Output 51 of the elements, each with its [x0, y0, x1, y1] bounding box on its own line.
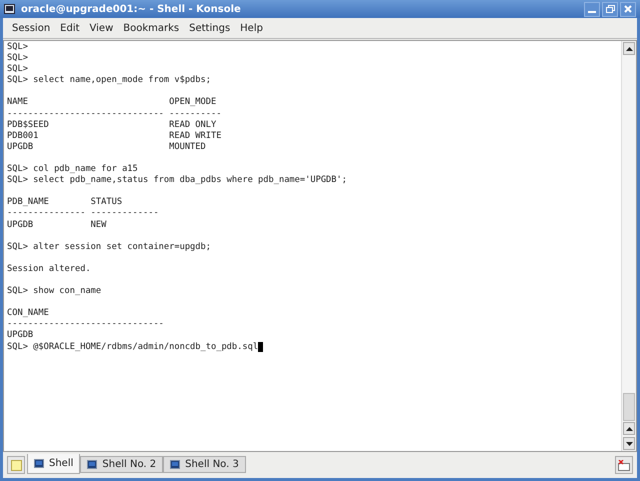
terminal-line: NAME OPEN_MODE	[7, 97, 216, 109]
terminal-line: SQL> alter session set container=upgdb;	[7, 242, 211, 253]
terminal-line: SQL> select name,open_mode from v$pdbs;	[7, 75, 211, 86]
terminal-line: SQL>	[7, 53, 28, 64]
terminal-line: CON_NAME	[7, 308, 49, 320]
scrollbar-thumb[interactable]	[623, 393, 635, 421]
menu-item[interactable]: View	[84, 22, 118, 34]
terminal-line: SQL> show con_name	[7, 286, 102, 298]
terminal-icon	[34, 458, 45, 469]
terminal-line: PDB001 READ WRITE	[7, 130, 222, 142]
terminal-line: UPGDB NEW	[7, 220, 106, 231]
terminal-line: UPGDB MOUNTED	[7, 142, 206, 153]
terminal-line: ------------------------------ ----------	[7, 108, 222, 120]
menu-item[interactable]: Help	[235, 22, 268, 34]
close-icon	[624, 5, 632, 13]
menu-item[interactable]: Session	[7, 22, 56, 34]
menu-item[interactable]: Edit	[55, 22, 85, 34]
terminal-icon	[87, 459, 98, 470]
menu-item[interactable]: Settings	[184, 22, 236, 34]
terminal-line: SQL> select pdb_name,status from dba_pdbs where pdb_name='UPGDB';	[7, 175, 347, 186]
down-arrow-icon	[626, 442, 632, 446]
terminal-line: UPGDB	[7, 330, 34, 342]
scroll-up-button[interactable]	[623, 422, 635, 435]
close-button[interactable]	[620, 2, 636, 16]
scroll-down-button[interactable]	[623, 437, 635, 450]
terminal-line: Session altered.	[7, 264, 91, 275]
terminal-line: ------------------------------	[7, 319, 164, 330]
terminal-line: PDB_NAME STATUS	[7, 197, 122, 208]
tab[interactable]: Shell No. 2	[80, 456, 164, 473]
window-title: oracle@upgrade001:~ - Shell - Konsole	[21, 4, 242, 14]
maximize-button[interactable]	[602, 2, 618, 16]
terminal-line: SQL>	[7, 42, 28, 54]
tab[interactable]: Shell	[27, 454, 80, 474]
minimize-button[interactable]	[584, 2, 600, 16]
maximize-icon	[606, 5, 614, 13]
new-tab-icon	[10, 460, 22, 470]
tab[interactable]: Shell No. 3	[163, 456, 246, 473]
up-arrow-icon	[626, 46, 632, 50]
terminal-line: SQL>	[7, 64, 28, 76]
terminal-line: SQL> col pdb_name for a15	[7, 164, 138, 175]
terminal-line: --------------- -------------	[7, 208, 159, 220]
terminal-icon	[170, 459, 182, 470]
terminal-line: SQL> @$ORACLE_HOME/rdbms/admin/noncdb_to_pdb.sql	[7, 342, 258, 353]
close-tab-icon	[618, 460, 630, 470]
menu-item[interactable]: Bookmarks	[118, 22, 184, 34]
close-tab-button[interactable]	[615, 456, 633, 474]
scroll-up-button[interactable]	[623, 42, 635, 55]
terminal-icon	[4, 4, 15, 14]
new-tab-button[interactable]	[7, 456, 25, 474]
up-arrow-icon	[626, 426, 632, 430]
terminal-line: PDB$SEED READ ONLY	[7, 120, 216, 131]
